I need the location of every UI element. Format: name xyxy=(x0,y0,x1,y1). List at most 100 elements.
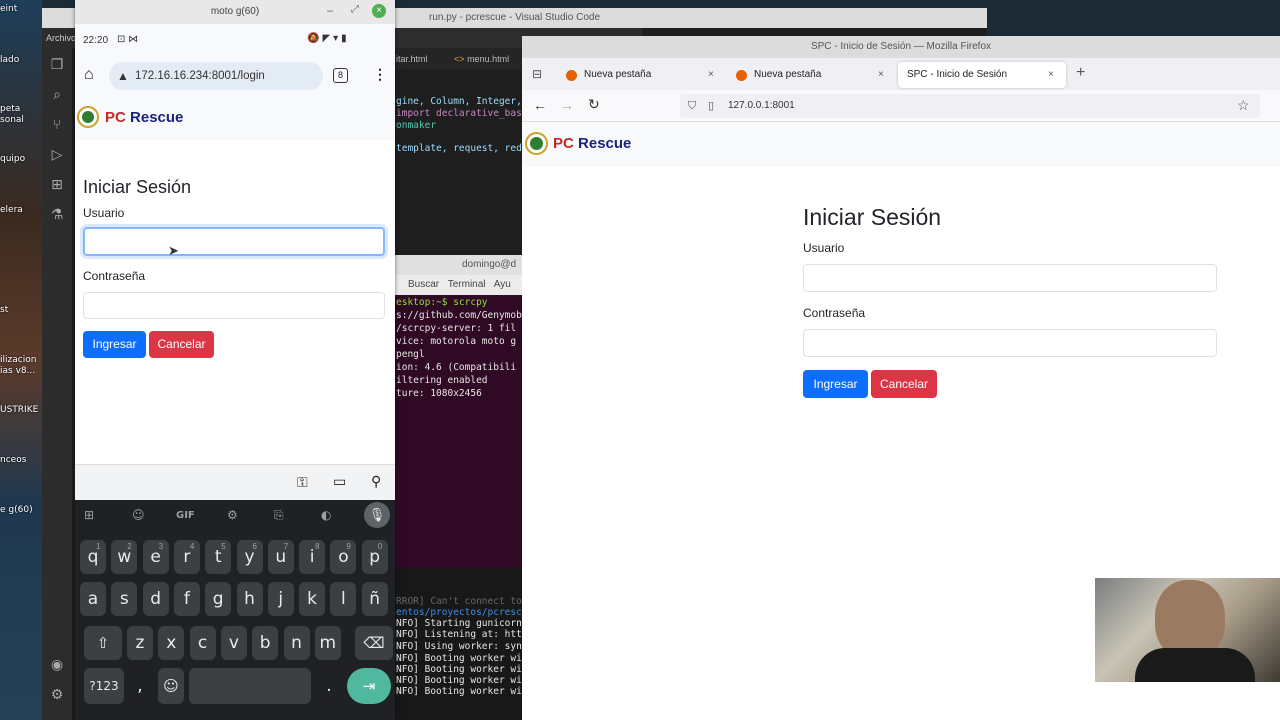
source-control-icon[interactable]: ⑂ xyxy=(48,116,66,134)
password-input[interactable] xyxy=(83,292,385,319)
site-navbar: PC Rescue xyxy=(522,122,1280,167)
apps-icon[interactable]: ⊞ xyxy=(84,508,94,522)
run-icon[interactable]: ▷ xyxy=(48,146,66,164)
account-icon[interactable]: ◉ xyxy=(48,656,66,674)
key-icon[interactable]: ⚿ xyxy=(297,474,308,491)
search-icon[interactable]: ⌕ xyxy=(48,86,66,104)
gear-icon[interactable]: ⚙ xyxy=(48,686,66,704)
url-bar[interactable]: ▲ 172.16.16.234:8001/login xyxy=(109,62,323,90)
bookmark-star-icon[interactable]: ☆ xyxy=(1237,97,1250,114)
brand[interactable]: PC Rescue xyxy=(553,135,631,152)
webcam-overlay xyxy=(1095,578,1280,682)
username-input[interactable] xyxy=(83,227,385,256)
editor-tab[interactable]: itar.html xyxy=(396,54,428,64)
key-v[interactable]: v xyxy=(220,626,247,660)
close-tab-icon[interactable]: × xyxy=(708,62,714,88)
reload-icon[interactable]: ↻ xyxy=(588,96,600,113)
desktop-label: lado xyxy=(0,55,20,65)
explorer-icon[interactable]: ❐ xyxy=(48,56,66,74)
comma-key[interactable]: , xyxy=(127,668,153,704)
backspace-key[interactable]: ⌫ xyxy=(355,626,393,660)
tab-spc-login[interactable]: SPC - Inicio de Sesión × xyxy=(898,62,1066,88)
terminal-line: esktop:~$ scrcpy xyxy=(396,297,488,308)
key-r[interactable]: r xyxy=(173,540,200,574)
key-hint: 1 xyxy=(96,542,101,551)
key-t[interactable]: t xyxy=(205,540,232,574)
desktop-label: peta xyxy=(0,104,21,114)
sticker-icon[interactable]: ☺ xyxy=(132,508,145,522)
home-icon[interactable]: ⌂ xyxy=(84,66,94,84)
close-tab-icon[interactable]: × xyxy=(1048,62,1054,88)
shift-key[interactable]: ⇧ xyxy=(84,626,122,660)
key-a[interactable]: a xyxy=(80,582,106,616)
key-o[interactable]: o xyxy=(330,540,357,574)
key-n[interactable]: n xyxy=(283,626,310,660)
chrome-toolbar: ⌂ ▲ 172.16.16.234:8001/login 8 ⋮ xyxy=(75,58,395,96)
cancel-button[interactable]: Cancelar xyxy=(871,370,937,398)
testing-icon[interactable]: ⚗ xyxy=(48,206,66,224)
password-input[interactable] xyxy=(803,329,1217,357)
emoji-key[interactable]: ☺ xyxy=(158,668,184,704)
key-f[interactable]: f xyxy=(173,582,200,616)
key-h[interactable]: h xyxy=(236,582,263,616)
key-s[interactable]: s xyxy=(111,582,138,616)
terminal-menu[interactable]: Buscar Terminal Ayu xyxy=(394,275,522,295)
code-line: import declarative_base xyxy=(396,108,528,119)
tab-new-2[interactable]: Nueva pestaña × xyxy=(726,62,894,88)
maximize-icon[interactable]: ⤢ xyxy=(351,4,359,15)
url-bar[interactable]: ⛉ ▯ 127.0.0.1:8001 xyxy=(680,94,1260,118)
close-icon[interactable]: × xyxy=(372,4,386,18)
cancel-button[interactable]: Cancelar xyxy=(149,331,214,358)
key-k[interactable]: k xyxy=(299,582,326,616)
key-y[interactable]: y xyxy=(236,540,263,574)
space-key[interactable] xyxy=(189,668,311,704)
key-j[interactable]: j xyxy=(267,582,294,616)
forward-icon[interactable]: → xyxy=(560,97,574,113)
terminal-line: vice: motorola moto g xyxy=(396,336,517,347)
key-z[interactable]: z xyxy=(127,626,153,660)
brand[interactable]: PC Rescue xyxy=(105,109,183,126)
key-x[interactable]: x xyxy=(158,626,185,660)
new-tab-icon[interactable]: + xyxy=(1076,64,1085,82)
login-button[interactable]: Ingresar xyxy=(803,370,868,398)
key-b[interactable]: b xyxy=(252,626,279,660)
symbols-key[interactable]: ?123 xyxy=(84,668,124,704)
key-m[interactable]: m xyxy=(314,626,341,660)
close-tab-icon[interactable]: × xyxy=(878,62,884,88)
tab-new-1[interactable]: Nueva pestaña × xyxy=(556,62,724,88)
key-hint: 3 xyxy=(158,542,164,551)
mic-icon[interactable]: 🎙 xyxy=(364,502,390,528)
key-w[interactable]: w xyxy=(111,540,138,574)
gif-button[interactable]: GIF xyxy=(176,510,195,521)
key-p[interactable]: p xyxy=(361,540,388,574)
key-q[interactable]: q xyxy=(80,540,106,574)
menu-icon[interactable]: ⋮ xyxy=(373,66,387,83)
back-icon[interactable]: ← xyxy=(533,97,547,113)
translate-icon[interactable]: ⎘ xyxy=(274,508,284,523)
tab-list-icon[interactable]: ⊟ xyxy=(532,67,542,81)
key-c[interactable]: c xyxy=(189,626,216,660)
tab-count[interactable]: 8 xyxy=(333,68,348,83)
username-input[interactable] xyxy=(803,264,1217,292)
location-icon[interactable]: ⚲ xyxy=(371,473,381,490)
key-ñ[interactable]: ñ xyxy=(361,582,388,616)
gear-icon[interactable]: ⚙ xyxy=(227,508,238,522)
key-g[interactable]: g xyxy=(205,582,232,616)
card-icon[interactable]: ▭ xyxy=(333,473,346,490)
key-d[interactable]: d xyxy=(142,582,169,616)
period-key[interactable]: . xyxy=(316,668,342,704)
key-e[interactable]: e xyxy=(142,540,169,574)
key-l[interactable]: l xyxy=(330,582,357,616)
terminal-line: pengl xyxy=(396,349,425,360)
key-u[interactable]: u xyxy=(267,540,294,574)
palette-icon[interactable]: ◐ xyxy=(321,508,331,522)
editor-tab[interactable]: menu.html xyxy=(467,54,509,64)
key-hint: 7 xyxy=(283,542,289,551)
extensions-icon[interactable]: ⊞ xyxy=(48,176,66,194)
site-navbar: PC Rescue xyxy=(75,96,395,140)
key-i[interactable]: i xyxy=(299,540,326,574)
presenter-body xyxy=(1135,648,1255,682)
login-button[interactable]: Ingresar xyxy=(83,331,146,358)
minimize-icon[interactable]: – xyxy=(327,5,333,17)
next-key[interactable]: ⇥ xyxy=(347,668,391,704)
